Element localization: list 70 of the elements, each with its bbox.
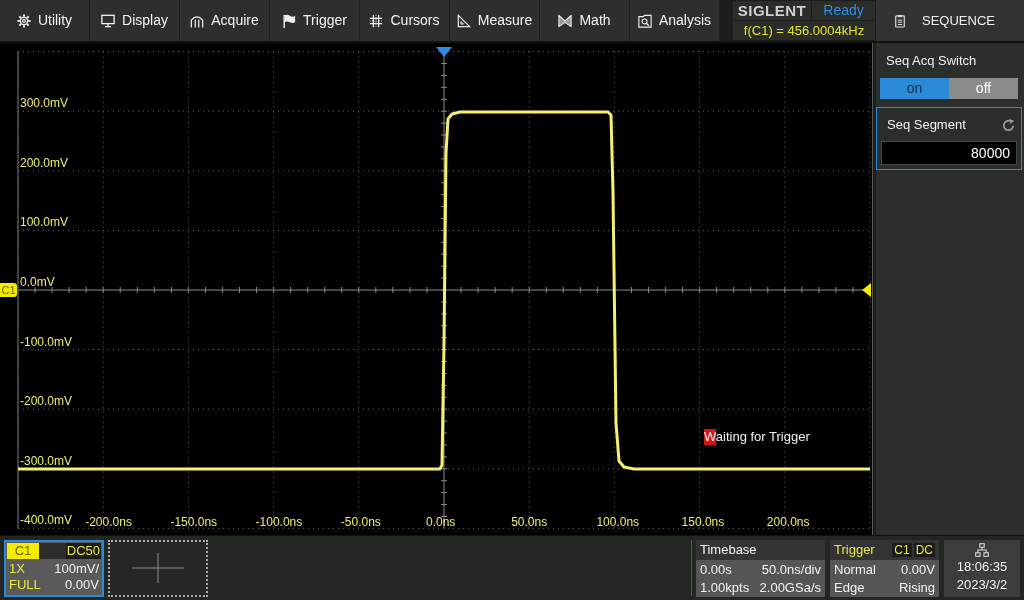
switch-label: Seq Acq Switch (885, 52, 978, 70)
clipboard-icon (894, 13, 906, 28)
trigger-mode: Normal (834, 561, 876, 578)
clock-time: 18:06:35 (956, 558, 1008, 575)
gear-icon (16, 13, 31, 28)
voltage-axis-label: 0.0mV (20, 275, 55, 289)
voltage-axis-label: 200.0mV (20, 155, 69, 170)
timebase-panel[interactable]: Timebase 0.00s 50.0ns/div 1.00kpts 2.00GSa/s (696, 539, 825, 597)
channel-label: C1 (7, 542, 39, 559)
voltage-axis-label: 100.0mV (20, 215, 69, 230)
monitor-icon (101, 13, 116, 28)
trigger-coupling: DC (913, 542, 935, 557)
voltage-axis-label: 300.0mV (20, 96, 69, 111)
time-axis-label: -50.0ns (340, 515, 381, 529)
switch-option[interactable]: on (880, 78, 949, 99)
hash-icon (369, 13, 384, 28)
segment-label: Seq Segment (887, 117, 966, 133)
time-axis-label: 100.0ns (596, 515, 640, 529)
offset-label: 0.00V (65, 577, 99, 593)
magnifier-folder-icon (637, 13, 652, 28)
network-icon (975, 543, 989, 557)
segment-field[interactable]: 80000 (881, 141, 1017, 165)
time-scale-value: 50.0ns/div (761, 561, 821, 578)
trigger-level: 0.00V (901, 561, 935, 578)
menu-tab[interactable]: Utility (0, 0, 90, 41)
voltage-axis-label: -400.0mV (20, 513, 73, 528)
trigger-source: C1 (892, 542, 912, 557)
delay-value: 0.00s (700, 561, 732, 578)
menu-tab[interactable]: Measure (450, 0, 540, 41)
menu-tab[interactable]: Display (90, 0, 180, 41)
sample-rate-value: 2.00GSa/s (759, 579, 821, 596)
trigger-slope: Rising (898, 579, 935, 596)
trigger-type: Edge (834, 579, 865, 596)
menu-tab[interactable]: Cursors (360, 0, 450, 41)
arch-icon (190, 13, 205, 28)
down-triangle-icon (436, 47, 452, 57)
scale-label: 100mV/ (54, 560, 99, 577)
voltage-axis-label: -300.0mV (20, 453, 73, 468)
probe-label: 1X (9, 560, 25, 577)
time-axis-label: -100.0ns (255, 515, 303, 529)
menu-tab[interactable]: Acquire (180, 0, 270, 41)
left-triangle-icon (862, 283, 871, 297)
plus-icon (132, 553, 184, 583)
menu-tab[interactable]: Trigger (270, 0, 360, 41)
bowtie-icon (558, 13, 573, 28)
memory-depth-value: 1.00kpts (700, 579, 750, 596)
refresh-icon (1002, 118, 1015, 132)
time-axis-label: -150.0ns (170, 515, 218, 529)
empty-slot-button[interactable] (108, 539, 208, 597)
channel-tag: C1 (0, 283, 17, 297)
clock-date: 2023/3/2 (956, 576, 1008, 593)
menu-tab[interactable]: Math (540, 0, 630, 41)
time-axis-label: -200.0ns (85, 515, 132, 529)
brand-logo: SIGLENT (733, 1, 811, 20)
timebase-title: Timebase (700, 541, 757, 558)
frequency-readout: f(C1) = 456.0004kHz (733, 21, 875, 40)
flag-icon (282, 13, 297, 28)
voltage-axis-label: -200.0mV (20, 394, 73, 409)
voltage-axis-label: -100.0mV (20, 334, 73, 349)
panel-title: SEQUENCE (922, 12, 995, 29)
bandwidth-label: FULL (9, 577, 41, 593)
acquisition-status: Ready (812, 1, 875, 20)
channel-panel[interactable]: C1 DC50 1X 100mV/ FULL 0.00V (4, 539, 104, 597)
time-axis-label: 50.0ns (511, 515, 548, 529)
trigger-title: Trigger (834, 541, 875, 558)
time-axis-label: 200.0ns (766, 515, 810, 529)
time-axis-label: 150.0ns (681, 515, 725, 529)
time-axis-label: 0.0ns (426, 515, 456, 529)
coupling-label: DC50 (65, 542, 101, 559)
trigger-panel[interactable]: Trigger C1 DC Normal 0.00V Edge Rising (830, 539, 939, 597)
